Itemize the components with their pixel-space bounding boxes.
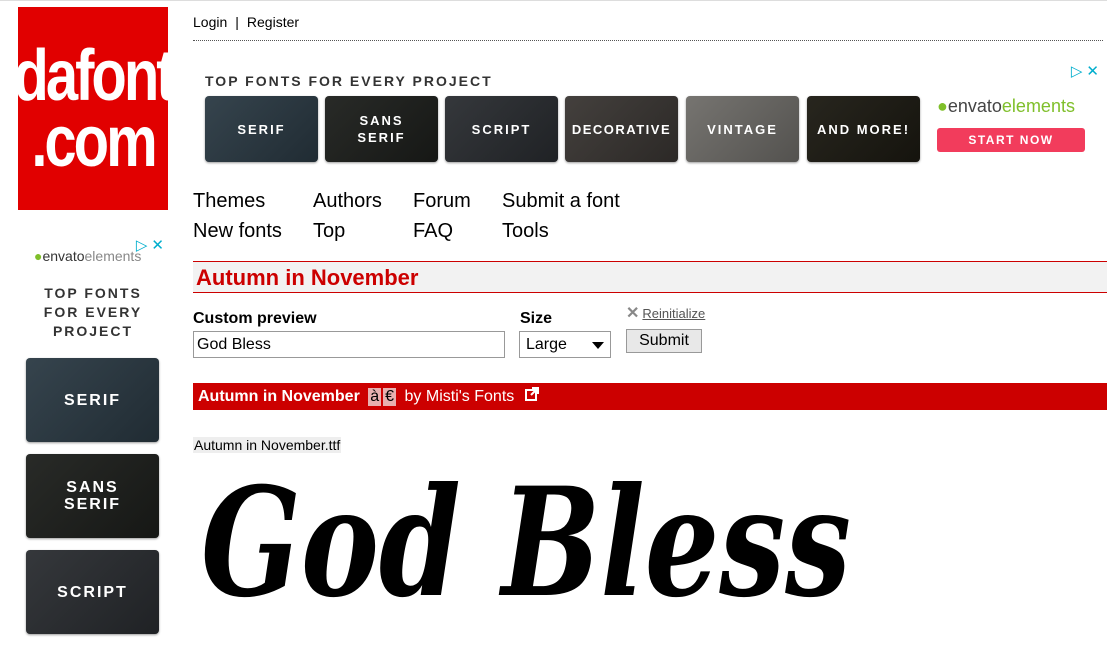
leaf-icon: ●	[937, 96, 948, 116]
custom-preview-input[interactable]	[193, 331, 505, 358]
submit-button[interactable]: Submit	[626, 329, 702, 353]
login-bar: Login | Register	[193, 14, 299, 30]
ad-thumb-decorative[interactable]: DECORATIVE	[565, 96, 678, 162]
nav-authors[interactable]: Authors	[313, 190, 382, 213]
dafont-logo[interactable]: dafont .com	[13, 7, 176, 210]
thumb-label: SANS SERIF	[63, 479, 122, 513]
preview-text: God Bless	[201, 455, 851, 631]
nav-top[interactable]: Top	[313, 220, 345, 243]
ad-thumb-vintage[interactable]: VINTAGE	[686, 96, 799, 162]
logo-line2: .com	[31, 100, 157, 182]
thumb-label: SCRIPT	[57, 583, 128, 601]
font-filename[interactable]: Autumn in November.ttf	[193, 437, 342, 453]
font-name[interactable]: Autumn in November	[198, 388, 360, 405]
nav-themes[interactable]: Themes	[193, 190, 265, 213]
close-icon[interactable]: ✕	[1086, 63, 1099, 80]
start-now-button[interactable]: START NOW	[937, 128, 1085, 152]
separator: |	[235, 14, 239, 30]
font-header-bar: Autumn in November à € by Misti's Fonts	[193, 383, 1107, 410]
close-icon: ✕	[626, 305, 640, 322]
glyph-sample: €	[383, 388, 397, 406]
top-ad[interactable]: ▷ ✕ TOP FONTS FOR EVERY PROJECT SERIF SAN…	[193, 60, 1107, 170]
page-title: Autumn in November	[196, 265, 419, 290]
side-ad-title-line: FOR EVERY	[43, 304, 143, 320]
nav-submit-font[interactable]: Submit a font	[502, 190, 620, 213]
thumb-label: SERIF	[63, 391, 122, 409]
brand-suffix: elements	[84, 248, 142, 264]
envato-logo: ●envatoelements	[34, 248, 141, 264]
envato-logo: ●envatoelements	[937, 96, 1075, 117]
ad-thumb-serif[interactable]: SERIF	[205, 96, 318, 162]
side-ad[interactable]: ▷ ✕ ●envatoelements TOP FONTS FOR EVERY P…	[18, 232, 168, 643]
reinitialize: ✕ Reinitialize	[626, 303, 705, 323]
brand-suffix: elements	[1001, 96, 1075, 116]
thumb-label: AND MORE!	[816, 121, 911, 137]
font-preview: God Bless	[193, 455, 893, 648]
ad-thumb-serif[interactable]: SERIF	[26, 358, 159, 442]
side-ad-title: TOP FONTS FOR EVERY PROJECT	[18, 284, 168, 341]
font-author[interactable]: by Misti's Fonts	[405, 388, 515, 405]
reinitialize-link[interactable]: Reinitialize	[642, 306, 705, 321]
thumb-label: SANS SERIF	[357, 113, 406, 145]
nav-new-fonts[interactable]: New fonts	[193, 220, 282, 243]
ad-thumb-sans-serif[interactable]: SANS SERIF	[325, 96, 438, 162]
thumb-label: SERIF	[237, 121, 286, 137]
size-select[interactable]: Large	[519, 331, 611, 358]
custom-preview-label: Custom preview	[193, 310, 317, 327]
top-ad-controls: ▷ ✕	[1071, 62, 1099, 80]
login-link[interactable]: Login	[193, 14, 227, 30]
adchoices-icon[interactable]: ▷	[1071, 63, 1083, 80]
nav-tools[interactable]: Tools	[502, 220, 549, 243]
dotted-divider	[193, 40, 1103, 41]
brand-prefix: envato	[42, 248, 85, 264]
nav-faq[interactable]: FAQ	[413, 220, 453, 243]
chevron-down-icon	[592, 342, 604, 349]
top-border	[0, 0, 1107, 6]
ad-thumb-and-more[interactable]: AND MORE!	[807, 96, 920, 162]
side-ad-title-line: TOP FONTS	[44, 285, 142, 301]
nav-forum[interactable]: Forum	[413, 190, 471, 213]
top-ad-title: TOP FONTS FOR EVERY PROJECT	[205, 73, 493, 89]
ad-thumb-script[interactable]: SCRIPT	[445, 96, 558, 162]
side-ad-title-line: PROJECT	[52, 323, 134, 339]
thumb-label: SCRIPT	[471, 121, 532, 137]
ad-thumb-script[interactable]: SCRIPT	[26, 550, 159, 634]
thumb-label: VINTAGE	[707, 121, 778, 137]
close-icon[interactable]: ✕	[151, 237, 164, 254]
thumb-label: DECORATIVE	[571, 121, 672, 137]
glyph-sample: à	[368, 388, 382, 406]
page-title-bar: Autumn in November	[193, 261, 1107, 293]
brand-prefix: envato	[947, 96, 1002, 116]
register-link[interactable]: Register	[247, 14, 299, 30]
size-label: Size	[520, 310, 553, 327]
external-link-icon[interactable]	[524, 383, 539, 410]
size-value: Large	[526, 336, 567, 353]
ad-thumb-sans-serif[interactable]: SANS SERIF	[26, 454, 159, 538]
